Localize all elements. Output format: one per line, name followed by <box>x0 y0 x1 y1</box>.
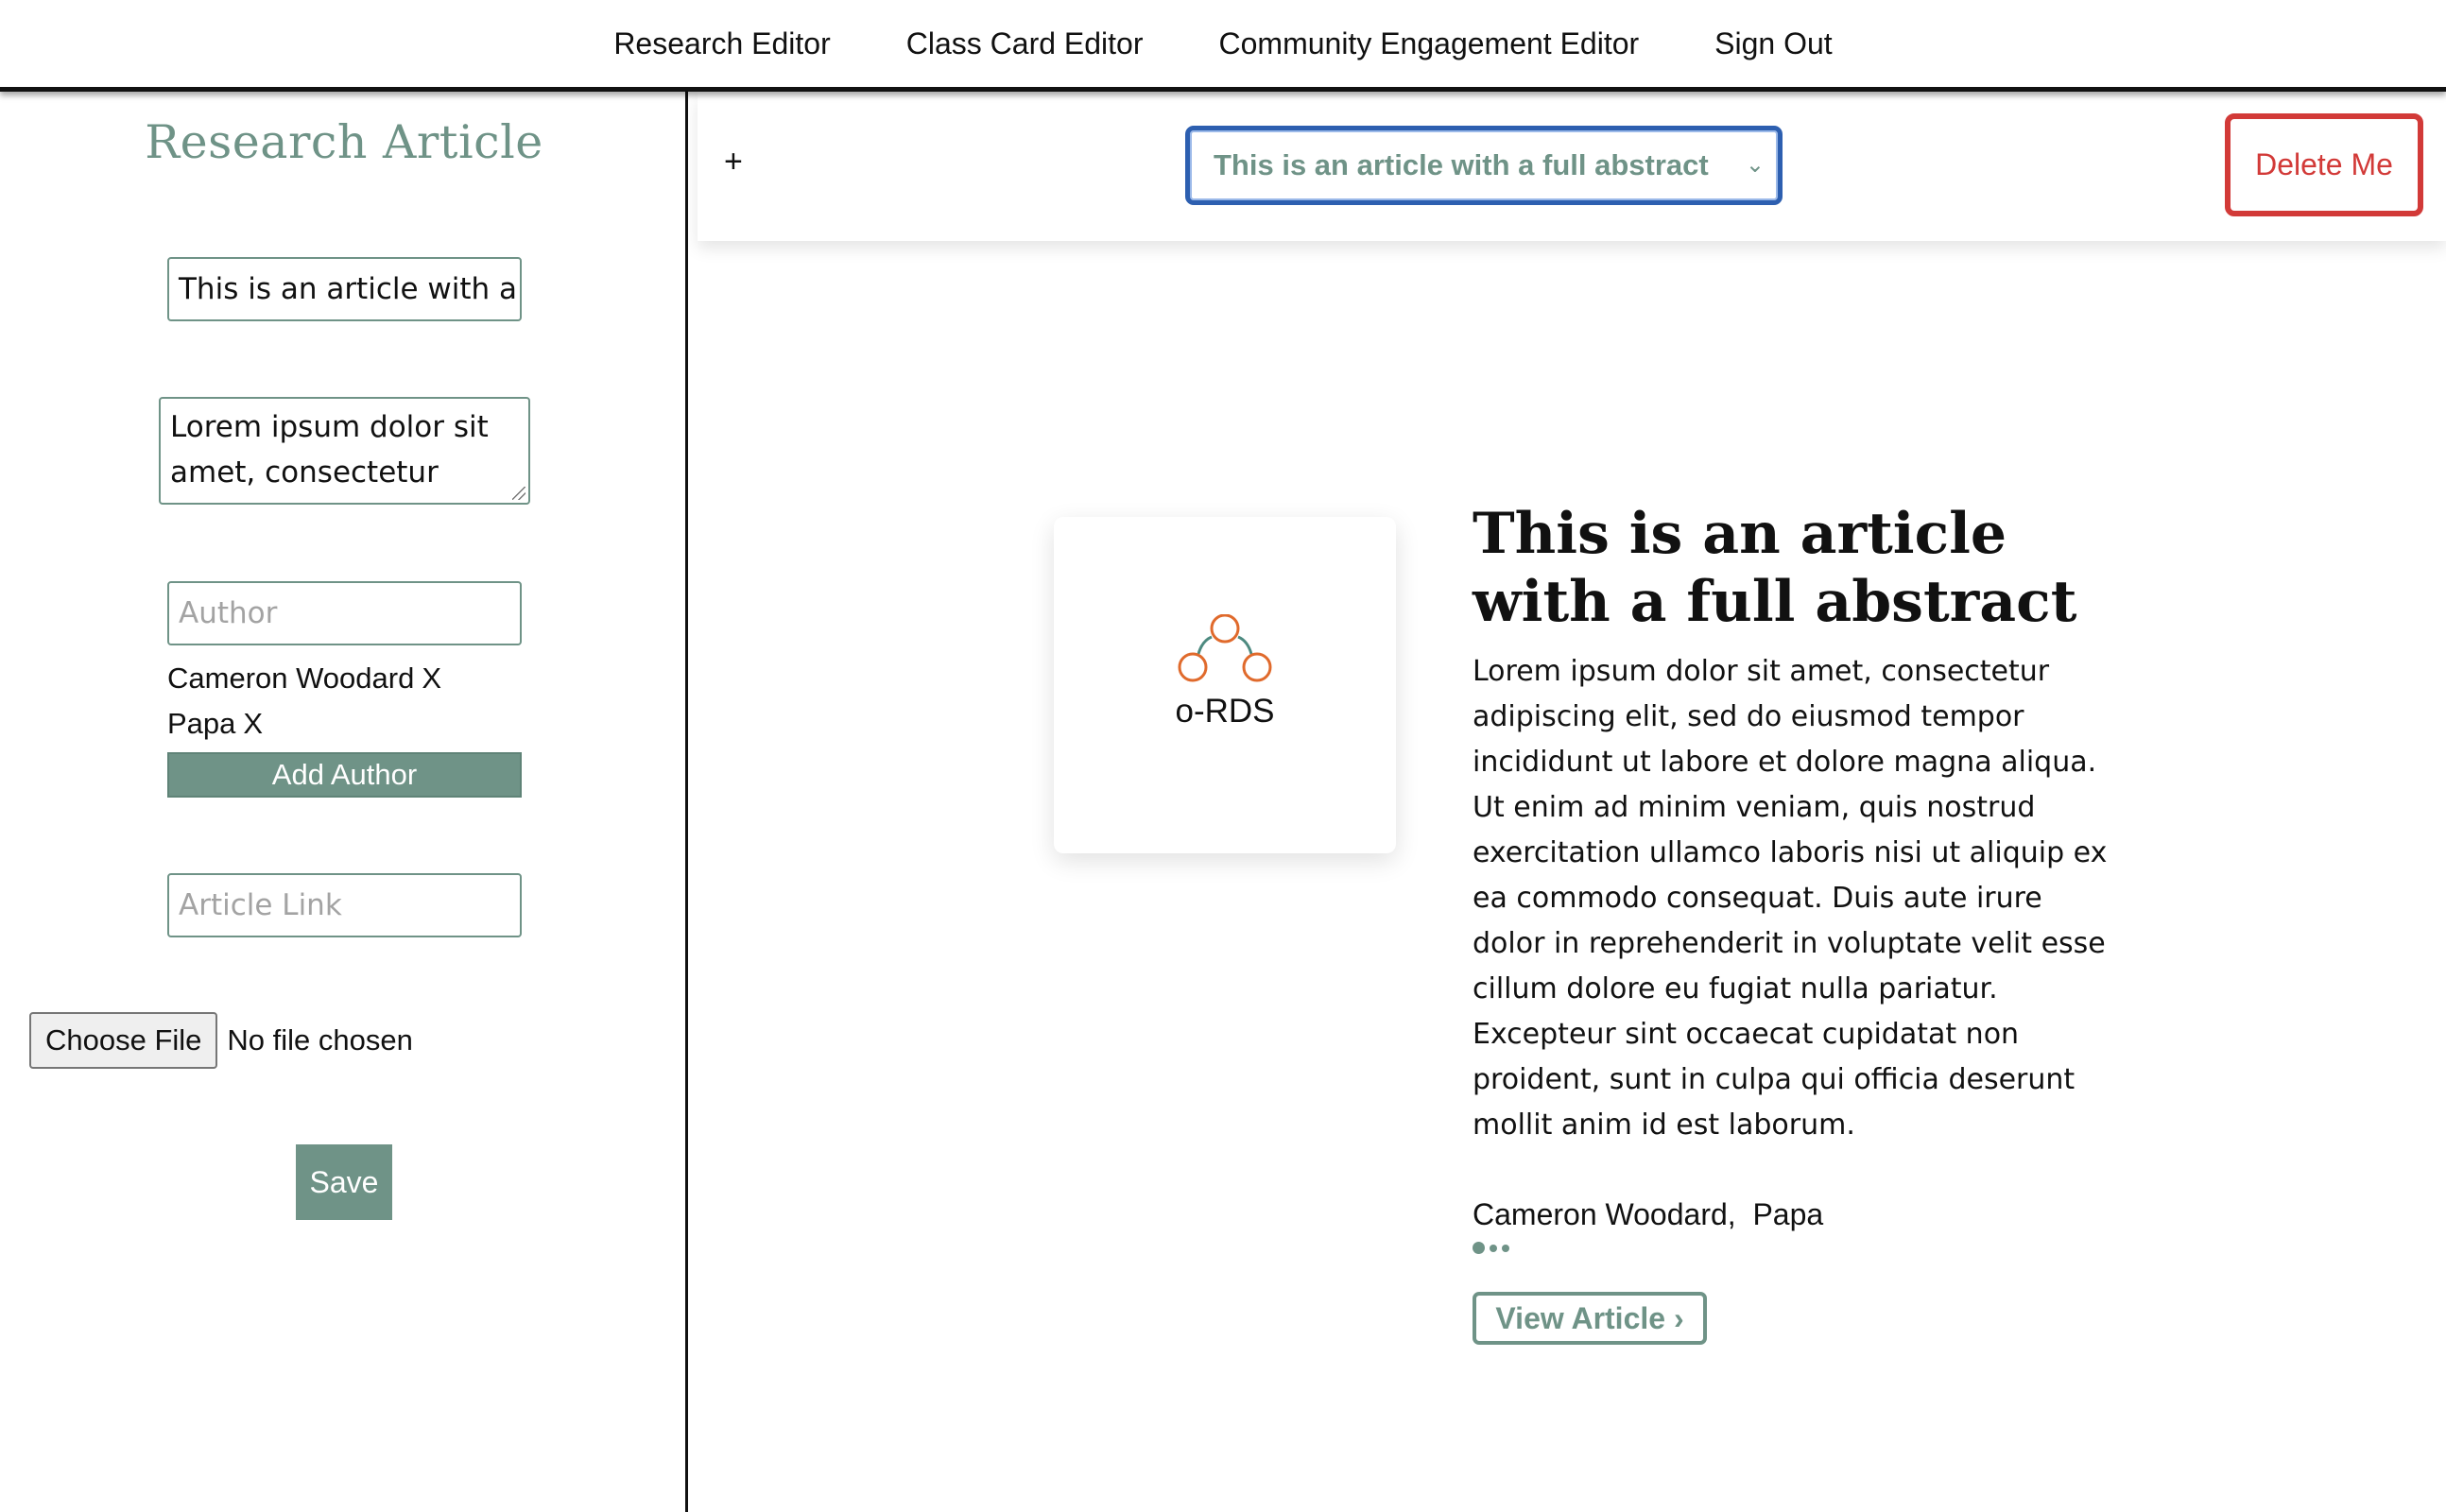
article-image-card: o-RDS <box>1054 517 1396 853</box>
carousel-dot[interactable] <box>1473 1242 1485 1254</box>
view-article-button[interactable]: View Article › <box>1473 1292 1707 1345</box>
resize-grip-icon[interactable] <box>512 487 525 500</box>
author-input[interactable]: Author <box>167 581 522 645</box>
add-article-button[interactable]: + <box>724 144 743 180</box>
carousel-dot[interactable] <box>1502 1244 1509 1252</box>
preview-toolbar: + This is an article with a full abstrac… <box>698 92 2446 241</box>
file-status: No file chosen <box>227 1023 413 1057</box>
article-authors: Cameron Woodard, Papa <box>1473 1197 1824 1231</box>
chevron-down-icon: ⌄ <box>1745 152 1765 178</box>
author-item: Cameron Woodard X <box>167 656 441 701</box>
choose-file-button[interactable]: Choose File <box>29 1012 218 1069</box>
carousel-dot[interactable] <box>1490 1244 1497 1252</box>
carousel-dots <box>1473 1242 1509 1254</box>
nav-community-engagement-editor[interactable]: Community Engagement Editor <box>1219 26 1640 61</box>
author-item: Papa X <box>167 701 441 747</box>
article-abstract: Lorem ipsum dolor sit amet, consectetur … <box>1473 655 2108 1142</box>
editor-panel: Research Article This is an article with… <box>0 92 688 1512</box>
article-select-value: This is an article with a full abstract <box>1214 148 1709 181</box>
ords-logo-icon <box>1178 614 1272 682</box>
abstract-textarea-value: Lorem ipsum dolor sit amet, consectetur <box>170 410 489 490</box>
nav-class-card-editor[interactable]: Class Card Editor <box>906 26 1144 61</box>
top-nav: Research Editor Class Card Editor Commun… <box>0 0 2446 92</box>
article-link-input[interactable]: Article Link <box>167 873 522 937</box>
remove-author-button[interactable]: X <box>243 701 263 747</box>
author-name: Papa <box>167 707 236 740</box>
editor-heading: Research Article <box>145 115 543 169</box>
save-button[interactable]: Save <box>296 1144 392 1220</box>
delete-button[interactable]: Delete Me <box>2225 113 2423 216</box>
author-list: Cameron Woodard X Papa X <box>167 656 441 747</box>
author-name: Cameron Woodard <box>167 662 415 695</box>
abstract-textarea[interactable]: Lorem ipsum dolor sit amet, consectetur <box>159 397 530 505</box>
title-input[interactable]: This is an article with a fu <box>167 257 522 321</box>
remove-author-button[interactable]: X <box>422 656 441 701</box>
nav-research-editor[interactable]: Research Editor <box>613 26 830 61</box>
nav-sign-out[interactable]: Sign Out <box>1714 26 1833 61</box>
article-title: This is an article with a full abstract <box>1473 501 2077 635</box>
logo-wordmark: o-RDS <box>1175 693 1275 730</box>
file-picker: Choose File No file chosen <box>29 1012 413 1069</box>
preview-panel: + This is an article with a full abstrac… <box>691 92 2446 1512</box>
add-author-button[interactable]: Add Author <box>167 752 522 798</box>
article-select[interactable]: This is an article with a full abstract … <box>1185 126 1783 205</box>
